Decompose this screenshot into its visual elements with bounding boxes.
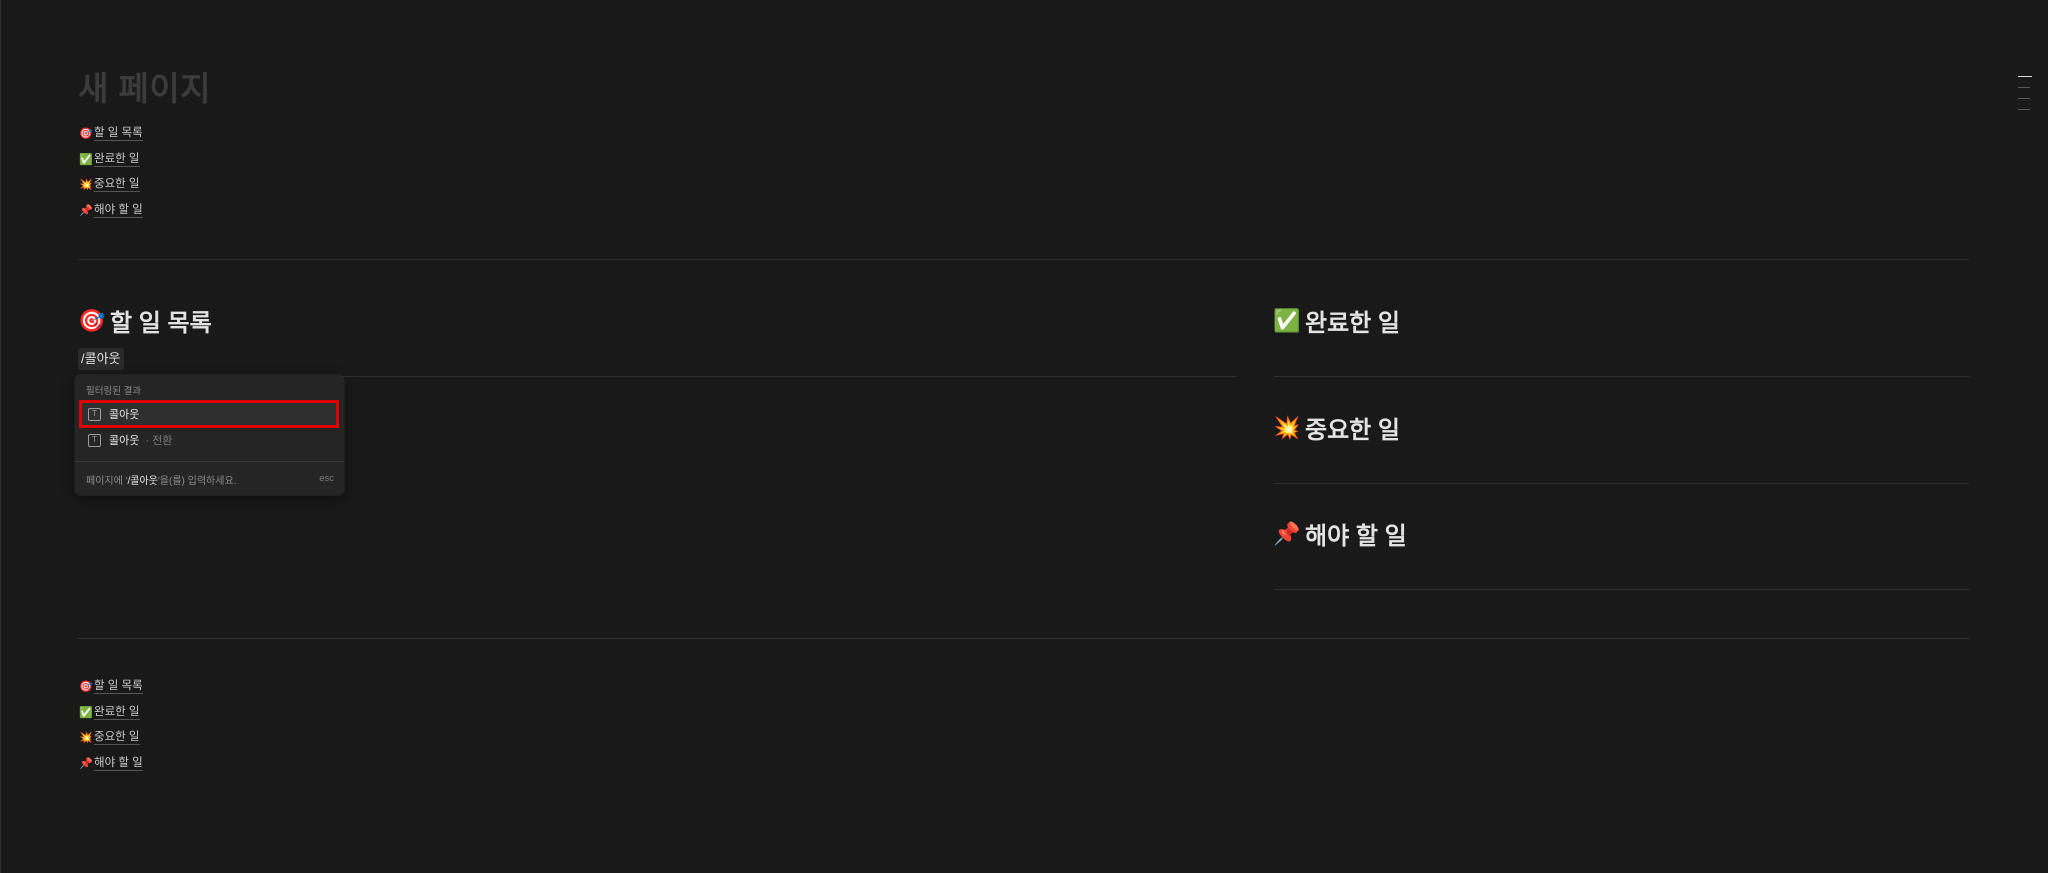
column-divider [1274,589,1969,590]
toc-item-todo-list[interactable]: 🎯 할 일 목록 [79,121,143,147]
heading-important[interactable]: 💥 중요한 일 [1273,410,1400,445]
column-divider [1274,376,1969,377]
pushpin-icon: 📌 [79,757,93,770]
toc-item-todo-list[interactable]: 🎯 할 일 목록 [79,674,143,700]
check-icon: ✅ [1273,307,1301,333]
text-block-icon: T [88,433,101,447]
table-of-contents-top: 🎯 할 일 목록 ✅ 완료한 일 💥 중요한 일 📌 해야 할 일 [79,121,143,223]
divider [78,638,1969,639]
toc-item-important[interactable]: 💥 중요한 일 [79,725,143,751]
heading-todo-list[interactable]: 🎯 할 일 목록 [78,303,211,338]
collision-icon: 💥 [79,732,93,745]
menu-footer-hint: 페이지에 '/콜아웃'을(를) 입력하세요. [86,476,237,487]
table-of-contents-bottom: 🎯 할 일 목록 ✅ 완료한 일 💥 중요한 일 📌 해야 할 일 [79,674,143,776]
text-block-icon: T [88,407,101,421]
heading-done[interactable]: ✅ 완료한 일 [1273,303,1400,338]
esc-hint[interactable]: esc [319,473,334,484]
heading-must-do[interactable]: 📌 해야 할 일 [1273,516,1406,551]
target-icon: 🎯 [79,681,93,694]
menu-item-label: 콜아웃 [109,409,140,421]
outline-marker[interactable] [2018,87,2030,88]
check-icon: ✅ [79,706,93,719]
page-title[interactable]: 새 페이지 [78,62,211,110]
pushpin-icon: 📌 [1273,520,1301,546]
toc-item-must-do[interactable]: 📌 해야 할 일 [79,198,143,224]
toc-item-important[interactable]: 💥 중요한 일 [79,172,143,198]
menu-item-label: 콜아웃 [109,435,140,447]
target-icon: 🎯 [78,307,106,333]
outline-marker[interactable] [2018,76,2032,77]
toc-item-done[interactable]: ✅ 완료한 일 [79,147,143,173]
pushpin-icon: 📌 [79,204,93,217]
collision-icon: 💥 [1273,414,1301,440]
column-divider [1274,483,1969,484]
collision-icon: 💥 [79,179,93,192]
menu-item-callout-turn-into[interactable]: T 콜아웃 · 전환 [81,428,337,452]
target-icon: 🎯 [79,128,93,141]
page-outline-minimap[interactable] [2018,76,2032,120]
menu-header: 필터링된 결과 [86,386,142,397]
slash-command-input[interactable]: /콜아웃 [78,348,124,370]
divider [78,259,1969,260]
menu-item-sublabel: · 전환 [145,435,173,447]
menu-item-callout[interactable]: T 콜아웃 [79,400,339,428]
toc-item-done[interactable]: ✅ 완료한 일 [79,700,143,726]
check-icon: ✅ [79,153,93,166]
outline-marker[interactable] [2018,98,2030,99]
menu-divider [75,461,344,462]
toc-item-must-do[interactable]: 📌 해야 할 일 [79,751,143,777]
slash-command-menu: 필터링된 결과 T 콜아웃 T 콜아웃 · 전환 페이지에 '/콜아웃'을(를)… [75,375,344,495]
outline-marker[interactable] [2018,109,2030,110]
